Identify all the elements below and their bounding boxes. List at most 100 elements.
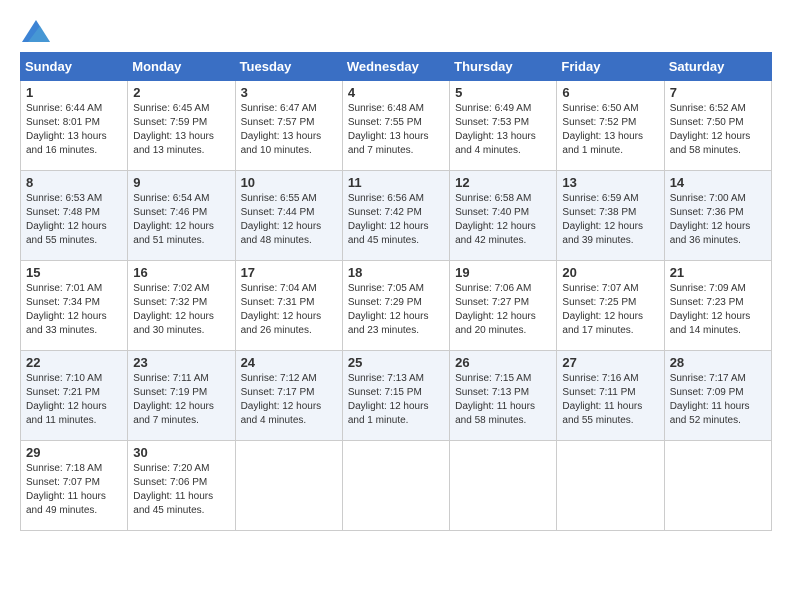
day-info: Sunrise: 6:56 AMSunset: 7:42 PMDaylight:…: [348, 192, 444, 248]
calendar-cell: 2Sunrise: 6:45 AMSunset: 7:59 PMDaylight…: [128, 81, 235, 171]
day-number: 24: [241, 355, 337, 370]
calendar-cell: 16 Sunrise: 7:02 AMSunset: 7:32 PMDayligh…: [128, 261, 235, 351]
day-number: 15: [26, 265, 122, 280]
day-header-monday: Monday: [128, 53, 235, 81]
calendar-cell: 15 Sunrise: 7:01 AMSunset: 7:34 PMDayligh…: [21, 261, 128, 351]
calendar-cell: 17 Sunrise: 7:04 AMSunset: 7:31 PMDayligh…: [235, 261, 342, 351]
calendar-cell: [235, 441, 342, 531]
day-info: Sunrise: 6:50 AMSunset: 7:52 PMDaylight:…: [562, 102, 658, 158]
day-number: 20: [562, 265, 658, 280]
logo-icon: [22, 20, 50, 42]
day-info: Sunrise: 7:04 AMSunset: 7:31 PMDaylight:…: [241, 282, 337, 338]
calendar-cell: [450, 441, 557, 531]
day-number: 26: [455, 355, 551, 370]
day-number: 1: [26, 85, 122, 100]
calendar-week-row: 8 Sunrise: 6:53 AMSunset: 7:48 PMDaylight…: [21, 171, 772, 261]
day-header-sunday: Sunday: [21, 53, 128, 81]
day-info: Sunrise: 6:49 AMSunset: 7:53 PMDaylight:…: [455, 102, 551, 158]
calendar-cell: 20 Sunrise: 7:07 AMSunset: 7:25 PMDayligh…: [557, 261, 664, 351]
day-info: Sunrise: 6:48 AMSunset: 7:55 PMDaylight:…: [348, 102, 444, 158]
day-number: 22: [26, 355, 122, 370]
calendar-cell: 19 Sunrise: 7:06 AMSunset: 7:27 PMDayligh…: [450, 261, 557, 351]
calendar-cell: 10 Sunrise: 6:55 AMSunset: 7:44 PMDayligh…: [235, 171, 342, 261]
day-info: Sunrise: 7:18 AMSunset: 7:07 PMDaylight:…: [26, 462, 122, 518]
calendar-cell: 11 Sunrise: 6:56 AMSunset: 7:42 PMDayligh…: [342, 171, 449, 261]
logo: [20, 20, 50, 42]
days-header-row: SundayMondayTuesdayWednesdayThursdayFrid…: [21, 53, 772, 81]
day-header-saturday: Saturday: [664, 53, 771, 81]
day-info: Sunrise: 6:44 AMSunset: 8:01 PMDaylight:…: [26, 102, 122, 158]
calendar-cell: 26 Sunrise: 7:15 AMSunset: 7:13 PMDayligh…: [450, 351, 557, 441]
day-number: 8: [26, 175, 122, 190]
calendar-cell: 24 Sunrise: 7:12 AMSunset: 7:17 PMDayligh…: [235, 351, 342, 441]
calendar-cell: 14Sunrise: 7:00 AMSunset: 7:36 PMDayligh…: [664, 171, 771, 261]
day-info: Sunrise: 7:05 AMSunset: 7:29 PMDaylight:…: [348, 282, 444, 338]
day-header-friday: Friday: [557, 53, 664, 81]
day-number: 17: [241, 265, 337, 280]
calendar-table: SundayMondayTuesdayWednesdayThursdayFrid…: [20, 52, 772, 531]
calendar-cell: 21 Sunrise: 7:09 AMSunset: 7:23 PMDayligh…: [664, 261, 771, 351]
calendar-cell: [557, 441, 664, 531]
day-number: 7: [670, 85, 766, 100]
day-number: 10: [241, 175, 337, 190]
day-number: 18: [348, 265, 444, 280]
calendar-cell: 9Sunrise: 6:54 AMSunset: 7:46 PMDaylight…: [128, 171, 235, 261]
calendar-cell: 28 Sunrise: 7:17 AMSunset: 7:09 PMDayligh…: [664, 351, 771, 441]
day-info: Sunrise: 6:55 AMSunset: 7:44 PMDaylight:…: [241, 192, 337, 248]
calendar-cell: 29 Sunrise: 7:18 AMSunset: 7:07 PMDayligh…: [21, 441, 128, 531]
day-info: Sunrise: 7:02 AMSunset: 7:32 PMDaylight:…: [133, 282, 229, 338]
day-number: 16: [133, 265, 229, 280]
day-info: Sunrise: 7:15 AMSunset: 7:13 PMDaylight:…: [455, 372, 551, 428]
day-number: 4: [348, 85, 444, 100]
day-info: Sunrise: 7:07 AMSunset: 7:25 PMDaylight:…: [562, 282, 658, 338]
day-number: 21: [670, 265, 766, 280]
calendar-week-row: 15 Sunrise: 7:01 AMSunset: 7:34 PMDayligh…: [21, 261, 772, 351]
day-info: Sunrise: 6:47 AMSunset: 7:57 PMDaylight:…: [241, 102, 337, 158]
calendar-cell: 18 Sunrise: 7:05 AMSunset: 7:29 PMDayligh…: [342, 261, 449, 351]
calendar-cell: 30 Sunrise: 7:20 AMSunset: 7:06 PMDayligh…: [128, 441, 235, 531]
day-number: 11: [348, 175, 444, 190]
calendar-cell: 27 Sunrise: 7:16 AMSunset: 7:11 PMDayligh…: [557, 351, 664, 441]
calendar-week-row: 1 Sunrise: 6:44 AMSunset: 8:01 PMDaylight…: [21, 81, 772, 171]
day-info: Sunrise: 6:45 AMSunset: 7:59 PMDaylight:…: [133, 102, 229, 158]
calendar-cell: 7 Sunrise: 6:52 AMSunset: 7:50 PMDaylight…: [664, 81, 771, 171]
day-number: 28: [670, 355, 766, 370]
calendar-cell: 8 Sunrise: 6:53 AMSunset: 7:48 PMDaylight…: [21, 171, 128, 261]
calendar-cell: 5 Sunrise: 6:49 AMSunset: 7:53 PMDaylight…: [450, 81, 557, 171]
day-number: 29: [26, 445, 122, 460]
day-info: Sunrise: 7:13 AMSunset: 7:15 PMDaylight:…: [348, 372, 444, 428]
day-number: 19: [455, 265, 551, 280]
day-number: 13: [562, 175, 658, 190]
day-header-tuesday: Tuesday: [235, 53, 342, 81]
calendar-cell: 25 Sunrise: 7:13 AMSunset: 7:15 PMDayligh…: [342, 351, 449, 441]
day-info: Sunrise: 6:53 AMSunset: 7:48 PMDaylight:…: [26, 192, 122, 248]
day-info: Sunrise: 7:17 AMSunset: 7:09 PMDaylight:…: [670, 372, 766, 428]
day-number: 5: [455, 85, 551, 100]
day-header-wednesday: Wednesday: [342, 53, 449, 81]
page-header: [20, 20, 772, 42]
day-info: Sunrise: 7:20 AMSunset: 7:06 PMDaylight:…: [133, 462, 229, 518]
day-info: Sunrise: 6:54 AMSunset: 7:46 PMDaylight:…: [133, 192, 229, 248]
calendar-cell: [342, 441, 449, 531]
day-info: Sunrise: 7:12 AMSunset: 7:17 PMDaylight:…: [241, 372, 337, 428]
day-number: 23: [133, 355, 229, 370]
day-info: Sunrise: 6:59 AMSunset: 7:38 PMDaylight:…: [562, 192, 658, 248]
day-number: 12: [455, 175, 551, 190]
calendar-cell: 12 Sunrise: 6:58 AMSunset: 7:40 PMDayligh…: [450, 171, 557, 261]
day-number: 6: [562, 85, 658, 100]
day-info: Sunrise: 6:58 AMSunset: 7:40 PMDaylight:…: [455, 192, 551, 248]
calendar-cell: 1 Sunrise: 6:44 AMSunset: 8:01 PMDaylight…: [21, 81, 128, 171]
calendar-cell: 23 Sunrise: 7:11 AMSunset: 7:19 PMDayligh…: [128, 351, 235, 441]
day-info: Sunrise: 7:01 AMSunset: 7:34 PMDaylight:…: [26, 282, 122, 338]
day-number: 30: [133, 445, 229, 460]
calendar-cell: 3 Sunrise: 6:47 AMSunset: 7:57 PMDaylight…: [235, 81, 342, 171]
day-number: 3: [241, 85, 337, 100]
day-number: 25: [348, 355, 444, 370]
day-number: 27: [562, 355, 658, 370]
day-info: Sunrise: 7:06 AMSunset: 7:27 PMDaylight:…: [455, 282, 551, 338]
day-info: Sunrise: 7:16 AMSunset: 7:11 PMDaylight:…: [562, 372, 658, 428]
day-number: 14: [670, 175, 766, 190]
day-info: Sunrise: 7:09 AMSunset: 7:23 PMDaylight:…: [670, 282, 766, 338]
day-info: Sunrise: 7:11 AMSunset: 7:19 PMDaylight:…: [133, 372, 229, 428]
day-info: Sunrise: 6:52 AMSunset: 7:50 PMDaylight:…: [670, 102, 766, 158]
